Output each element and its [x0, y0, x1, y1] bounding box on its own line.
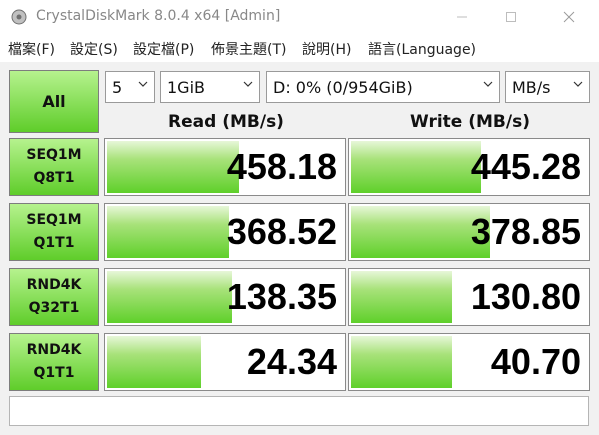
- menu-bar: 檔案(F) 設定(S) 設定檔(P) 佈景主題(T) 說明(H) 語言(Lang…: [0, 36, 599, 60]
- write-value: 445.28: [470, 146, 581, 187]
- read-value: 368.52: [226, 211, 337, 252]
- test-rnd4k-q1t1-button[interactable]: RND4K Q1T1: [9, 333, 99, 391]
- test-queue: Q1T1: [33, 235, 75, 251]
- title-bar: CrystalDiskMark 8.0.4 x64 [Admin]: [0, 0, 599, 34]
- write-bar: [351, 206, 491, 258]
- read-result-seq1m-q8t1: 458.18: [104, 138, 346, 196]
- window-title: CrystalDiskMark 8.0.4 x64 [Admin]: [36, 8, 281, 24]
- read-bar: [107, 206, 230, 258]
- menu-help[interactable]: 說明(H): [302, 39, 351, 59]
- test-count-value: 5: [112, 77, 123, 97]
- write-result-seq1m-q1t1: 378.85: [348, 203, 590, 261]
- write-result-seq1m-q8t1: 445.28: [348, 138, 590, 196]
- read-result-rnd4k-q32t1: 138.35: [104, 268, 346, 326]
- read-bar: [107, 141, 239, 193]
- test-size-select[interactable]: 1GiB: [160, 71, 260, 103]
- crystaldiskmark-app-icon: [11, 9, 27, 25]
- test-size-value: 1GiB: [167, 77, 205, 97]
- menu-settings[interactable]: 設定(S): [70, 39, 118, 59]
- chevron-down-icon: [243, 81, 253, 87]
- test-queue: Q1T1: [33, 365, 75, 381]
- read-result-seq1m-q1t1: 368.52: [104, 203, 346, 261]
- test-seq1m-q8t1-button[interactable]: SEQ1M Q8T1: [9, 138, 99, 196]
- write-result-rnd4k-q32t1: 130.80: [348, 268, 590, 326]
- write-value: 40.70: [490, 341, 581, 382]
- drive-value: D: 0% (0/954GiB): [273, 77, 413, 97]
- read-result-rnd4k-q1t1: 24.34: [104, 333, 346, 391]
- test-seq1m-q1t1-button[interactable]: SEQ1M Q1T1: [9, 203, 99, 261]
- read-value: 458.18: [226, 146, 337, 187]
- write-column-header: Write (MB/s): [410, 112, 530, 132]
- read-value: 24.34: [246, 341, 337, 382]
- test-name: RND4K: [26, 277, 82, 293]
- read-bar: [107, 336, 201, 388]
- chevron-down-icon: [138, 81, 148, 87]
- minimize-icon[interactable]: [439, 0, 485, 34]
- test-queue: Q32T1: [28, 300, 80, 316]
- write-bar: [351, 271, 452, 323]
- test-name: SEQ1M: [26, 147, 82, 163]
- menu-profile[interactable]: 設定檔(P): [133, 39, 194, 59]
- write-value: 130.80: [470, 276, 581, 317]
- drive-select[interactable]: D: 0% (0/954GiB): [266, 71, 500, 103]
- test-count-select[interactable]: 5: [105, 71, 155, 103]
- write-bar: [351, 141, 481, 193]
- write-result-rnd4k-q1t1: 40.70: [348, 333, 590, 391]
- chevron-down-icon: [573, 81, 583, 87]
- menu-theme[interactable]: 佈景主題(T): [211, 39, 286, 59]
- menu-language[interactable]: 語言(Language): [368, 39, 476, 59]
- comment-field[interactable]: [9, 396, 589, 426]
- write-bar: [351, 336, 452, 388]
- test-name: SEQ1M: [26, 212, 82, 228]
- unit-select[interactable]: MB/s: [505, 71, 590, 103]
- test-rnd4k-q32t1-button[interactable]: RND4K Q32T1: [9, 268, 99, 326]
- close-icon[interactable]: [546, 0, 592, 34]
- chevron-down-icon: [483, 81, 493, 87]
- maximize-icon[interactable]: [488, 0, 534, 34]
- write-value: 378.85: [470, 211, 581, 252]
- read-column-header: Read (MB/s): [168, 112, 284, 132]
- unit-value: MB/s: [512, 77, 551, 97]
- menu-file[interactable]: 檔案(F): [8, 39, 55, 59]
- read-bar: [107, 271, 232, 323]
- test-name: RND4K: [26, 342, 82, 358]
- test-queue: Q8T1: [33, 170, 75, 186]
- run-all-button[interactable]: All: [9, 70, 99, 133]
- read-value: 138.35: [226, 276, 337, 317]
